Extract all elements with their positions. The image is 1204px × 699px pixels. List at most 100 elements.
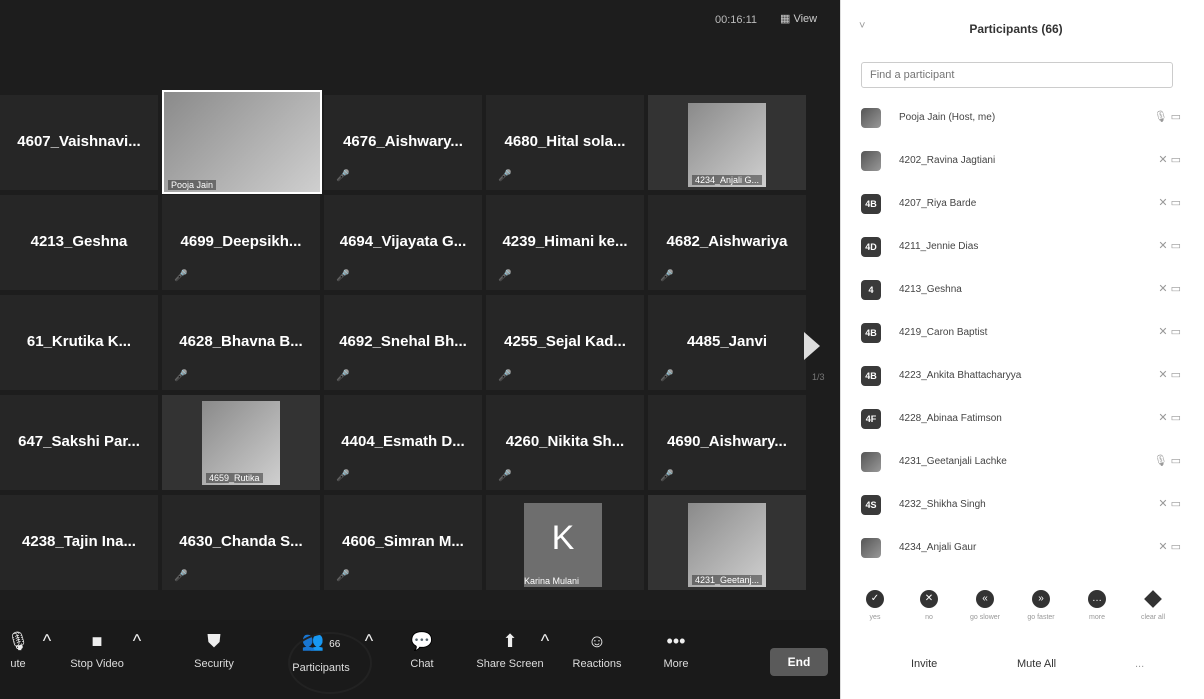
participant-name: 4692_Snehal Bh...: [339, 333, 467, 350]
participant-row[interactable]: 4 4213_Geshna ✕ ▭: [841, 272, 1191, 315]
meeting-topbar: 00:16:11 ▦ View: [0, 0, 840, 90]
participant-name: 4223_Ankita Bhattacharyya: [899, 370, 1022, 381]
reaction-more[interactable]: … more: [1077, 590, 1117, 621]
participant-tile[interactable]: 4234_Anjali G...: [648, 95, 806, 190]
stop-video-button[interactable]: ■ Stop Video: [62, 630, 132, 670]
participant-tile[interactable]: 4213_Geshna: [0, 195, 158, 290]
participant-tile[interactable]: 4607_Vaishnavi...: [0, 95, 158, 190]
invite-button[interactable]: Invite: [911, 658, 937, 670]
participants-options-button[interactable]: ^: [362, 630, 376, 658]
participant-search-input[interactable]: [861, 62, 1173, 88]
mic-muted-icon: 🎤: [174, 370, 188, 382]
participant-name: 4694_Vijayata G...: [339, 233, 467, 250]
participant-tile[interactable]: 4260_Nikita Sh... 🎤: [486, 395, 644, 490]
audio-options-button[interactable]: ^: [40, 630, 54, 658]
participant-tile[interactable]: 647_Sakshi Par...: [0, 395, 158, 490]
more-button[interactable]: ••• More: [654, 630, 698, 670]
mic-muted-icon: 🎤: [660, 470, 674, 482]
share-options-button[interactable]: ^: [538, 630, 552, 658]
participant-name: 4238_Tajin Ina...: [22, 533, 136, 550]
participant-tile[interactable]: 61_Krutika K...: [0, 295, 158, 390]
participant-row[interactable]: 4234_Anjali Gaur ✕ ▭: [841, 530, 1191, 573]
video-feed: Pooja Jain: [164, 92, 320, 192]
participant-tile[interactable]: 4676_Aishwary... 🎤: [324, 95, 482, 190]
next-page-arrow[interactable]: [804, 332, 820, 360]
panel-footer: Invite Mute All ...: [841, 658, 1191, 688]
participant-tile[interactable]: K Karina Mulani: [486, 495, 644, 590]
reaction-label: more: [1089, 614, 1105, 621]
participant-tile[interactable]: 4694_Vijayata G... 🎤: [324, 195, 482, 290]
participant-tile[interactable]: 4239_Himani ke... 🎤: [486, 195, 644, 290]
reaction-go-faster[interactable]: » go faster: [1021, 590, 1061, 621]
chat-label: Chat: [410, 658, 434, 670]
participant-row[interactable]: 4S 4232_Shikha Singh ✕ ▭: [841, 487, 1191, 530]
participant-tile[interactable]: 4690_Aishwary... 🎤: [648, 395, 806, 490]
mute-label: ute: [10, 658, 26, 670]
meeting-timer: 00:16:11: [715, 14, 758, 26]
share-screen-icon: ⬆: [502, 631, 518, 651]
mic-muted-icon: 🎤: [660, 370, 674, 382]
mic-video-muted-icons: ✕ ▭: [1158, 498, 1181, 510]
mute-all-button[interactable]: Mute All: [1017, 658, 1056, 670]
participant-name: 4690_Aishwary...: [667, 433, 787, 450]
participant-tile[interactable]: 4485_Janvi 🎤: [648, 295, 806, 390]
participant-tile[interactable]: 4404_Esmath D... 🎤: [324, 395, 482, 490]
reaction-clear-all[interactable]: clear all: [1133, 590, 1173, 621]
participant-tile[interactable]: 4238_Tajin Ina...: [0, 495, 158, 590]
mic-video-muted-icons: ✕ ▭: [1158, 283, 1181, 295]
participant-tile[interactable]: 4699_Deepsikh... 🎤: [162, 195, 320, 290]
participant-name: 4682_Aishwariya: [666, 233, 788, 250]
participant-row[interactable]: 4202_Ravina Jagtiani ✕ ▭: [841, 143, 1191, 186]
mic-video-muted-icons: ✕ ▭: [1158, 369, 1181, 381]
participant-tile[interactable]: 4606_Simran M... 🎤: [324, 495, 482, 590]
participant-row[interactable]: 4B 4219_Caron Baptist ✕ ▭: [841, 315, 1191, 358]
participant-name: 4630_Chanda S...: [179, 533, 303, 550]
participant-tile[interactable]: 4628_Bhavna B... 🎤: [162, 295, 320, 390]
meeting-area: 00:16:11 ▦ View 4607_Vaishnavi... Pooja …: [0, 0, 840, 699]
security-button[interactable]: ⛊ Security: [184, 630, 244, 670]
reaction-no[interactable]: ✕ no: [909, 590, 949, 621]
participant-tile[interactable]: 4680_Hital sola... 🎤: [486, 95, 644, 190]
more-label: More: [663, 658, 689, 670]
participant-name: 4676_Aishwary...: [343, 133, 463, 150]
reaction-go-slower[interactable]: « go slower: [965, 590, 1005, 621]
avatar: K Karina Mulani: [524, 503, 602, 587]
participant-row[interactable]: 4231_Geetanjali Lachke 🎙 ▭: [841, 444, 1191, 487]
participant-row[interactable]: 4F 4228_Abinaa Fatimson ✕ ▭: [841, 401, 1191, 444]
chat-button[interactable]: 💬 Chat: [400, 630, 444, 670]
reaction-label: yes: [869, 614, 881, 621]
view-button[interactable]: ▦ View: [780, 12, 817, 25]
mic-muted-icon: 🎤: [336, 270, 350, 282]
participant-row[interactable]: Pooja Jain (Host, me) 🎙 ▭: [841, 100, 1191, 143]
video-camera-icon: ■: [91, 631, 103, 651]
participant-tile-active-speaker[interactable]: Pooja Jain: [162, 90, 322, 194]
participant-tile[interactable]: 4659_Rutika: [162, 395, 320, 490]
mic-muted-icon: 🎤: [336, 370, 350, 382]
end-meeting-button[interactable]: End: [770, 648, 828, 676]
mic-muted-icon: 🎤: [174, 570, 188, 582]
avatar: 4B: [861, 323, 881, 343]
participant-name: 4228_Abinaa Fatimson: [899, 413, 1002, 424]
video-options-button[interactable]: ^: [130, 630, 144, 658]
avatar: [861, 151, 881, 171]
avatar: 4S: [861, 495, 881, 515]
video-caption: 4231_Geetanj...: [692, 575, 763, 585]
participant-tile[interactable]: 4682_Aishwariya 🎤: [648, 195, 806, 290]
participants-button[interactable]: 👥 66 Participants: [284, 630, 358, 674]
participant-tile[interactable]: 4630_Chanda S... 🎤: [162, 495, 320, 590]
participant-row[interactable]: 4B 4223_Ankita Bhattacharyya ✕ ▭: [841, 358, 1191, 401]
reaction-yes[interactable]: ✓ yes: [855, 590, 895, 621]
participant-tile[interactable]: 4692_Snehal Bh... 🎤: [324, 295, 482, 390]
grid-view-icon: ▦: [780, 13, 791, 25]
participant-name: 4202_Ravina Jagtiani: [899, 155, 996, 166]
participant-row[interactable]: 4B 4207_Riya Barde ✕ ▭: [841, 186, 1191, 229]
participant-tile[interactable]: 4255_Sejal Kad... 🎤: [486, 295, 644, 390]
mute-button[interactable]: 🎙 ute: [0, 630, 38, 670]
participant-row[interactable]: 4D 4211_Jennie Dias ✕ ▭: [841, 229, 1191, 272]
more-options-button[interactable]: ...: [1135, 658, 1144, 670]
share-screen-button[interactable]: ⬆ Share Screen: [472, 630, 548, 670]
participant-tile[interactable]: 4231_Geetanj...: [648, 495, 806, 590]
microphone-icon: 🎙: [6, 631, 30, 651]
reactions-button[interactable]: ☺ Reactions: [566, 630, 628, 670]
stop-video-label: Stop Video: [70, 658, 124, 670]
